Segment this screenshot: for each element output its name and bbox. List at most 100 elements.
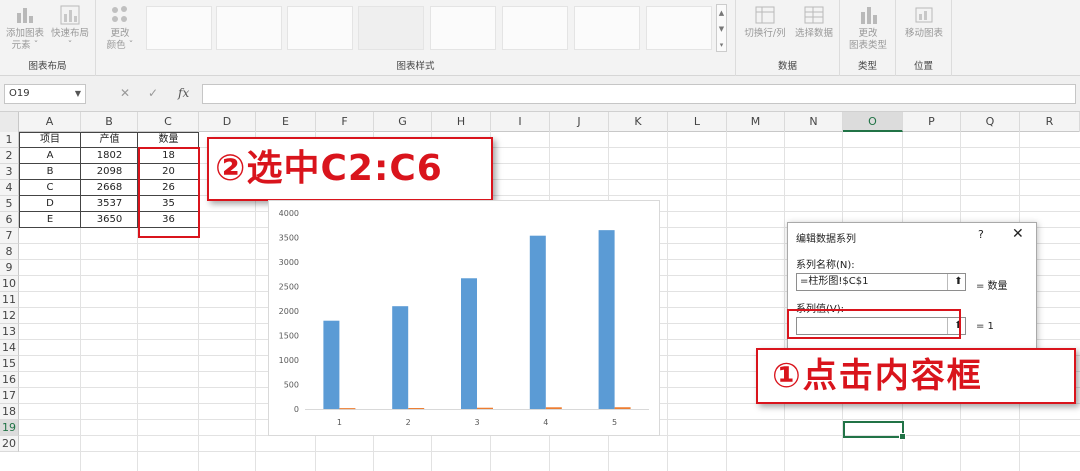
change-chart-type-button[interactable]: 更改 图表类型	[844, 4, 892, 52]
row-header-18[interactable]: 18	[0, 404, 19, 420]
row-header-5[interactable]: 5	[0, 196, 19, 212]
select-all-corner[interactable]	[0, 112, 19, 132]
bar-series1-5	[598, 230, 615, 409]
callout-step1: ①点击内容框	[756, 348, 1076, 404]
chart-style-8[interactable]	[646, 6, 712, 50]
chart-style-4[interactable]	[358, 6, 424, 50]
column-header-h[interactable]: H	[432, 112, 491, 132]
row-header-3[interactable]: 3	[0, 164, 19, 180]
row-header-15[interactable]: 15	[0, 356, 19, 372]
column-header-p[interactable]: P	[903, 112, 961, 132]
series-name-field[interactable]: =柱形图!$C$1 ⬆	[796, 273, 966, 291]
column-header-g[interactable]: G	[374, 112, 432, 132]
scroll-up-icon[interactable]: ▲	[717, 5, 726, 21]
table-cell[interactable]: 3650	[81, 212, 138, 228]
move-chart-button[interactable]: 移动图表	[900, 4, 948, 40]
column-header-j[interactable]: J	[550, 112, 609, 132]
row-header-4[interactable]: 4	[0, 180, 19, 196]
row-header-13[interactable]: 13	[0, 324, 19, 340]
gallery-expand-icon[interactable]: ▾	[717, 37, 726, 53]
chart-style-3[interactable]	[287, 6, 353, 50]
row-header-8[interactable]: 8	[0, 244, 19, 260]
cancel-icon[interactable]: ✕	[120, 86, 130, 100]
row-header-19[interactable]: 19	[0, 420, 19, 436]
table-cell[interactable]: 2668	[81, 180, 138, 196]
formula-input[interactable]	[202, 84, 1076, 104]
bar-series2-2	[408, 408, 425, 410]
column-header-n[interactable]: N	[785, 112, 843, 132]
help-icon[interactable]: ?	[978, 228, 984, 241]
y-tick-label: 3000	[279, 258, 299, 267]
table-header-cell[interactable]: 数量	[138, 132, 199, 148]
select-data-button[interactable]: 选择数据	[790, 4, 838, 40]
chart-style-7[interactable]	[574, 6, 640, 50]
column-header-o[interactable]: O	[843, 112, 903, 132]
column-header-b[interactable]: B	[81, 112, 138, 132]
ribbon-group-label: 类型	[857, 61, 877, 72]
scroll-down-icon[interactable]: ▼	[717, 21, 726, 37]
switch-row-column-button[interactable]: 切换行/列	[740, 4, 790, 40]
add-chart-element-button[interactable]: 添加图表 元素 ˇ	[4, 4, 46, 52]
ribbon-group-label: 数据	[777, 61, 797, 72]
name-box[interactable]: O19 ▼	[4, 84, 86, 104]
chart-style-5[interactable]	[430, 6, 496, 50]
series-name-label: 系列名称(N):	[796, 260, 855, 271]
column-header-r[interactable]: R	[1020, 112, 1080, 132]
table-cell[interactable]: A	[19, 148, 81, 164]
active-cell-o19[interactable]	[843, 421, 906, 440]
collapse-dialog-icon[interactable]: ⬆	[947, 274, 969, 290]
ribbon-group-label: 图表布局	[28, 61, 67, 72]
ribbon: 添加图表 元素 ˇ 快速布局 ˇ 图表布局 更改 颜色 ˇ ▲ ▼ ▾ 图表样式…	[0, 0, 1080, 76]
column-header-d[interactable]: D	[199, 112, 256, 132]
table-cell[interactable]: E	[19, 212, 81, 228]
row-header-2[interactable]: 2	[0, 148, 19, 164]
row-header-14[interactable]: 14	[0, 340, 19, 356]
table-cell[interactable]: 2098	[81, 164, 138, 180]
table-cell[interactable]: B	[19, 164, 81, 180]
row-header-10[interactable]: 10	[0, 276, 19, 292]
table-cell[interactable]: 1802	[81, 148, 138, 164]
row-header-6[interactable]: 6	[0, 212, 19, 228]
x-tick-label: 3	[474, 418, 479, 427]
table-cell[interactable]: C	[19, 180, 81, 196]
styles-gallery-scroll[interactable]: ▲ ▼ ▾	[716, 4, 727, 52]
chart-style-2[interactable]	[216, 6, 282, 50]
column-header-k[interactable]: K	[609, 112, 668, 132]
table-header-cell[interactable]: 项目	[19, 132, 81, 148]
row-header-7[interactable]: 7	[0, 228, 19, 244]
table-border	[19, 132, 20, 228]
ribbon-group-type: 更改 图表类型 类型	[840, 0, 896, 76]
column-header-f[interactable]: F	[316, 112, 374, 132]
name-box-value: O19	[9, 88, 30, 99]
ribbon-group-label: 图表样式	[396, 61, 435, 72]
column-header-q[interactable]: Q	[961, 112, 1020, 132]
column-header-a[interactable]: A	[19, 112, 81, 132]
table-cell[interactable]: 3537	[81, 196, 138, 212]
quick-layout-button[interactable]: 快速布局 ˇ	[48, 4, 92, 52]
row-header-17[interactable]: 17	[0, 388, 19, 404]
chart-style-1[interactable]	[146, 6, 212, 50]
row-header-1[interactable]: 1	[0, 132, 19, 148]
column-header-c[interactable]: C	[138, 112, 199, 132]
insert-function-icon[interactable]: fx	[178, 86, 189, 100]
table-cell[interactable]: D	[19, 196, 81, 212]
column-header-l[interactable]: L	[668, 112, 727, 132]
row-header-9[interactable]: 9	[0, 260, 19, 276]
row-header-11[interactable]: 11	[0, 292, 19, 308]
column-header-m[interactable]: M	[727, 112, 785, 132]
column-header-i[interactable]: I	[491, 112, 550, 132]
table-header-cell[interactable]: 产值	[81, 132, 138, 148]
chevron-down-icon[interactable]: ▼	[75, 85, 81, 103]
row-header-20[interactable]: 20	[0, 436, 19, 452]
change-colors-button[interactable]: 更改 颜色 ˇ	[102, 4, 138, 52]
chart-style-6[interactable]	[502, 6, 568, 50]
y-tick-label: 500	[284, 381, 299, 390]
ribbon-group-location: 移动图表 位置	[896, 0, 952, 76]
row-header-12[interactable]: 12	[0, 308, 19, 324]
row-header-16[interactable]: 16	[0, 372, 19, 388]
close-icon[interactable]: ✕	[1012, 226, 1024, 242]
column-header-e[interactable]: E	[256, 112, 316, 132]
y-tick-label: 1000	[279, 356, 299, 365]
column-chart[interactable]: 0 500 1000 1500 2000 2500 3000 3500 4000 1 2 3 4 5	[268, 200, 660, 436]
confirm-icon[interactable]: ✓	[148, 86, 158, 100]
